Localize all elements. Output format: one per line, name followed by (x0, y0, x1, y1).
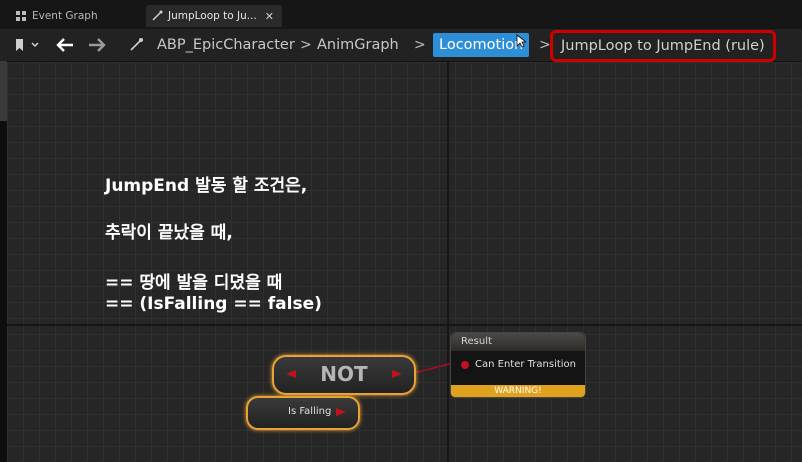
is-falling-label: Is Falling (288, 406, 332, 417)
mouse-cursor-icon (516, 34, 526, 48)
input-pin[interactable] (461, 361, 469, 369)
result-node-title: Result (461, 336, 492, 347)
result-node-header: Result (451, 333, 585, 351)
not-node[interactable]: NOT (272, 355, 416, 395)
warning-bar: WARNING! (451, 385, 585, 397)
output-pin[interactable] (336, 408, 346, 416)
result-node[interactable]: Result Can Enter Transition WARNING! (450, 332, 586, 398)
result-pin-label: Can Enter Transition (475, 359, 577, 370)
is-falling-node[interactable]: Is Falling (246, 396, 360, 430)
